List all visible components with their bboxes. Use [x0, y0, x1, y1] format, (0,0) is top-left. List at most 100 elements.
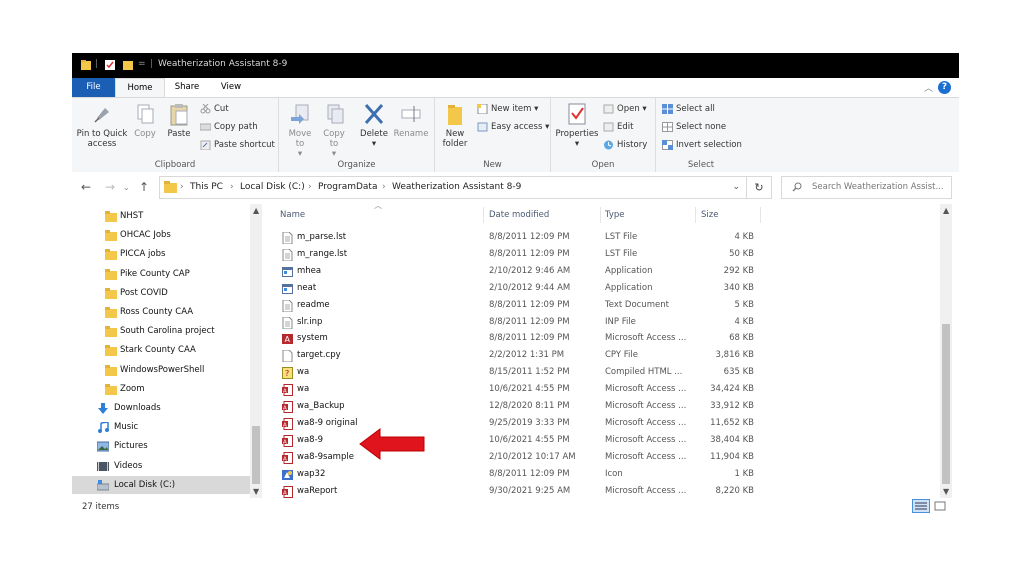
invert-selection-button[interactable]: Invert selection — [662, 138, 742, 152]
nav-item[interactable]: WindowsPowerShell — [72, 361, 250, 380]
file-row[interactable]: mhea 2/10/2012 9:46 AM Application 292 KB — [272, 263, 772, 280]
copy-to-button[interactable]: Copy to ▾ — [319, 102, 349, 159]
column-header-type[interactable]: Type — [605, 210, 625, 220]
nav-item[interactable]: Videos — [72, 457, 250, 476]
cut-button[interactable]: Cut — [200, 102, 229, 116]
folder-icon[interactable] — [80, 59, 92, 71]
new-item-button[interactable]: New item ▾ — [477, 102, 538, 116]
forward-arrow-icon[interactable]: → — [105, 180, 115, 194]
tab-home[interactable]: Home — [115, 78, 165, 97]
file-row[interactable]: neat 2/10/2012 9:44 AM Application 340 KB — [272, 280, 772, 297]
nav-item[interactable]: OHCAC Jobs — [72, 226, 250, 245]
copy-button[interactable]: Copy — [130, 102, 160, 139]
rename-button[interactable]: Rename — [393, 102, 429, 139]
search-input[interactable]: Search Weatherization Assist... — [781, 176, 952, 199]
breadcrumb-this-pc[interactable]: This PC — [190, 182, 223, 192]
nav-scrollbar-thumb[interactable] — [252, 426, 260, 484]
open-group: Properties ▾ Open ▾ Edit History Open — [551, 98, 656, 173]
nav-item[interactable]: Pictures — [72, 437, 250, 456]
file-row[interactable]: Awa8-9 10/6/2021 4:55 PM Microsoft Access … — [272, 432, 772, 449]
nav-item[interactable]: PICCA jobs — [72, 245, 250, 264]
nav-item[interactable]: Pike County CAP — [72, 265, 250, 284]
breadcrumb-local-disk[interactable]: Local Disk (C:) — [240, 182, 305, 192]
file-type: Application — [605, 265, 653, 276]
breadcrumb-weatherization[interactable]: Weatherization Assistant 8-9 — [392, 182, 521, 192]
file-size: 1 KB — [734, 468, 754, 479]
large-icons-view-icon[interactable] — [933, 499, 947, 513]
address-bar[interactable]: › This PC › Local Disk (C:) › ProgramDat… — [159, 176, 747, 199]
nav-item[interactable]: Downloads — [72, 399, 250, 418]
copy-path-button[interactable]: Copy path — [200, 120, 258, 134]
file-row[interactable]: wap32 8/8/2011 12:09 PM Icon 1 KB — [272, 466, 772, 483]
chevron-down-icon[interactable]: ⌄ — [732, 182, 740, 192]
nav-item-label: WindowsPowerShell — [120, 364, 205, 375]
clipboard-label: Clipboard — [154, 160, 196, 170]
chevron-down-icon[interactable]: ⌄ — [123, 183, 130, 192]
scroll-down-arrow-icon[interactable]: ▼ — [253, 487, 259, 496]
new-folder-button[interactable]: New folder — [439, 102, 471, 149]
nav-scrollbar[interactable]: ▲ ▼ — [250, 204, 262, 498]
chevron-down-icon[interactable]: = — [138, 59, 146, 71]
tab-share[interactable]: Share — [170, 78, 204, 97]
nav-item[interactable]: Stark County CAA — [72, 341, 250, 360]
file-row[interactable]: Asystem 8/8/2011 12:09 PM Microsoft Access… — [272, 330, 772, 347]
nav-item[interactable]: Ross County CAA — [72, 303, 250, 322]
column-header-name[interactable]: Name — [280, 210, 305, 220]
edit-button[interactable]: Edit — [603, 120, 633, 134]
nav-item[interactable]: Music — [72, 418, 250, 437]
breadcrumb-programdata[interactable]: ProgramData — [318, 182, 377, 192]
chevron-up-icon[interactable]: ︿ — [924, 81, 933, 94]
select-all-icon — [662, 103, 673, 114]
scroll-up-arrow-icon[interactable]: ▲ — [943, 206, 949, 215]
easy-access-button[interactable]: Easy access ▾ — [477, 120, 549, 134]
column-header-date[interactable]: Date modified — [489, 210, 549, 220]
file-row[interactable]: readme 8/8/2011 12:09 PM Text Document 5 KB — [272, 297, 772, 314]
nav-item[interactable]: Local Disk (C:) — [72, 475, 250, 494]
tab-file[interactable]: File — [72, 78, 115, 97]
nav-item-label: Post COVID — [120, 287, 168, 298]
file-row[interactable]: Awa8-9 original 9/25/2019 3:33 PM Microsof… — [272, 415, 772, 432]
nav-item[interactable]: Post COVID — [72, 284, 250, 303]
file-date: 10/6/2021 4:55 PM — [489, 434, 570, 445]
back-arrow-icon[interactable]: ← — [81, 180, 91, 194]
nav-item[interactable]: Zoom — [72, 380, 250, 399]
details-view-icon[interactable] — [912, 499, 931, 513]
scroll-down-arrow-icon[interactable]: ▼ — [943, 487, 949, 496]
nav-item[interactable]: NHST — [72, 207, 250, 226]
file-row[interactable]: m_range.lst 8/8/2011 12:09 PM LST File 50 K… — [272, 246, 772, 263]
file-name: target.cpy — [297, 350, 341, 361]
select-all-button[interactable]: Select all — [662, 102, 715, 116]
move-to-button[interactable]: Move to ▾ — [285, 102, 315, 159]
file-list-scrollbar[interactable]: ▲ ▼ — [940, 204, 952, 498]
file-row[interactable]: Awa_Backup 12/8/2020 8:11 PM Microsoft Acc… — [272, 398, 772, 415]
open-button[interactable]: Open ▾ — [603, 102, 647, 116]
file-row[interactable]: ? wa 8/15/2011 1:52 PM Compiled HTML ... 635… — [272, 364, 772, 381]
file-type: LST File — [605, 232, 638, 242]
properties-icon — [568, 103, 586, 125]
delete-button[interactable]: Delete ▾ — [357, 102, 391, 149]
paste-shortcut-button[interactable]: Paste shortcut — [200, 138, 275, 152]
file-row[interactable]: Awa 10/6/2021 4:55 PM Microsoft Access ...… — [272, 381, 772, 398]
history-button[interactable]: History — [603, 138, 647, 152]
paste-button[interactable]: Paste — [164, 102, 194, 139]
tab-view[interactable]: View — [215, 78, 247, 97]
column-header-size[interactable]: Size — [701, 210, 718, 220]
up-arrow-icon[interactable]: ↑ — [139, 180, 149, 194]
file-list-scrollbar-thumb[interactable] — [942, 324, 950, 484]
properties-icon[interactable] — [104, 59, 116, 71]
help-icon[interactable]: ? — [938, 81, 951, 94]
file-row[interactable]: slr.inp 8/8/2011 12:09 PM INP File 4 KB — [272, 314, 772, 331]
file-row[interactable]: Awa8-9sample 2/10/2012 10:17 AM Microsoft … — [272, 449, 772, 466]
file-row[interactable]: AwaReport 9/30/2021 9:25 AM Microsoft Acce… — [272, 483, 772, 500]
file-row[interactable]: m_parse.lst 8/8/2011 12:09 PM LST File 4 KB — [272, 229, 772, 246]
pin-to-quick-access-button[interactable]: Pin to Quick access — [76, 102, 128, 149]
scroll-up-arrow-icon[interactable]: ▲ — [253, 206, 259, 215]
refresh-icon[interactable]: ↻ — [747, 176, 772, 199]
nav-item[interactable]: South Carolina project — [72, 322, 250, 341]
select-none-button[interactable]: Select none — [662, 120, 726, 134]
properties-button[interactable]: Properties ▾ — [555, 102, 599, 149]
new-folder-icon[interactable] — [122, 59, 134, 71]
ribbon: Pin to Quick access Copy Paste Cut Copy … — [72, 97, 959, 174]
file-row[interactable]: target.cpy 2/2/2012 1:31 PM CPY File 3,816 … — [272, 347, 772, 364]
folder-icon — [164, 181, 177, 193]
